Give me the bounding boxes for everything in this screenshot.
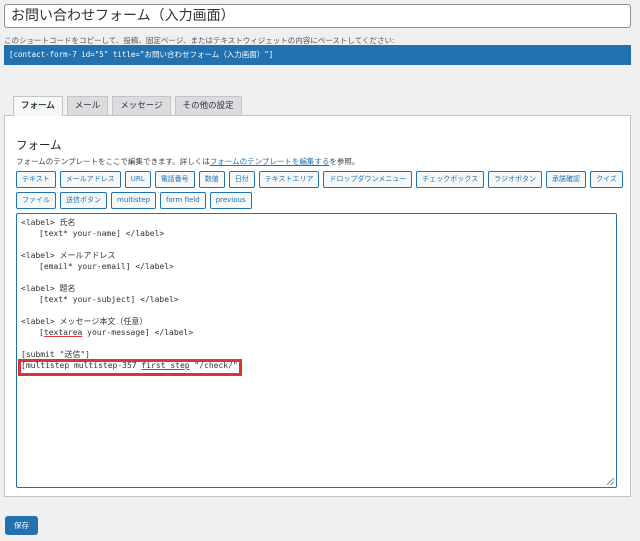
edit-template-link[interactable]: フォームのテンプレートを編集する: [210, 157, 330, 166]
code-fragment: [multistep multistep-357: [21, 361, 142, 370]
tag-button-form-field[interactable]: form field: [160, 192, 206, 209]
tab-bar: フォーム メール メッセージ その他の設定: [13, 96, 242, 116]
tag-button-file[interactable]: ファイル: [16, 192, 56, 209]
tab-messages[interactable]: メッセージ: [112, 96, 171, 115]
tag-button-date[interactable]: 日付: [228, 171, 255, 188]
tab-additional-settings[interactable]: その他の設定: [174, 96, 242, 115]
code-line: [textarea your-message] </label>: [39, 328, 194, 337]
save-button[interactable]: 保存: [5, 516, 38, 535]
code-line: <label> メールアドレス: [21, 251, 116, 260]
tag-button-quiz[interactable]: クイズ: [589, 171, 623, 188]
desc-suffix: を参照。: [329, 157, 360, 166]
resize-handle[interactable]: [607, 478, 614, 485]
form-panel: フォーム フォームのテンプレートをここで編集できます。詳しくはフォームのテンプレ…: [4, 115, 631, 497]
code-line: [text* your-name] </label>: [39, 229, 165, 238]
code-fragment: "/check/"]: [189, 361, 243, 370]
code-line: <label> 題名: [21, 284, 76, 293]
code-line: [email* your-email] </label>: [39, 262, 174, 271]
spellcheck-word: textarea: [43, 328, 83, 337]
tag-button-submit[interactable]: 送信ボタン: [60, 192, 107, 209]
tag-button-checkbox[interactable]: チェックボックス: [416, 171, 485, 188]
code-line-multistep: [multistep multistep-357 first_step "/ch…: [21, 360, 612, 371]
code-line: [submit "送信"]: [21, 350, 90, 359]
tag-button-tel[interactable]: 電話番号: [154, 171, 195, 188]
tab-mail[interactable]: メール: [66, 96, 109, 115]
tag-button-number[interactable]: 数値: [198, 171, 225, 188]
code-fragment: your-message] </label>: [82, 328, 194, 337]
tag-button-radio[interactable]: ラジオボタン: [488, 171, 542, 188]
tab-form[interactable]: フォーム: [13, 96, 63, 116]
form-title-input[interactable]: お問い合わせフォーム（入力画面）: [4, 4, 631, 28]
tag-button-textarea[interactable]: テキストエリア: [258, 171, 320, 188]
tag-button-url[interactable]: URL: [124, 171, 151, 188]
tag-generator-row-2: ファイル 送信ボタン multistep form field previous: [16, 192, 252, 209]
tag-button-multistep[interactable]: multistep: [111, 192, 157, 209]
tag-button-text[interactable]: テキスト: [16, 171, 56, 188]
spellcheck-word: first_step: [141, 361, 190, 370]
code-line: [text* your-subject] </label>: [39, 295, 179, 304]
form-template-editor[interactable]: <label> 氏名 [text* your-name] </label> <l…: [16, 213, 617, 488]
panel-description: フォームのテンプレートをここで編集できます。詳しくはフォームのテンプレートを編集…: [16, 156, 359, 167]
tag-button-acceptance[interactable]: 承諾確認: [545, 171, 586, 188]
shortcode-field[interactable]: [contact-form-7 id="5" title="お問い合わせフォーム…: [4, 45, 631, 65]
code-line: <label> メッセージ本文（任意）: [21, 317, 148, 326]
tag-generator-row-1: テキスト メールアドレス URL 電話番号 数値 日付 テキストエリア ドロップ…: [16, 171, 623, 188]
tag-button-email[interactable]: メールアドレス: [59, 171, 121, 188]
code-line: <label> 氏名: [21, 218, 76, 227]
tag-button-previous[interactable]: previous: [209, 192, 252, 209]
tag-button-select[interactable]: ドロップダウンメニュー: [323, 171, 413, 188]
desc-prefix: フォームのテンプレートをここで編集できます。詳しくは: [16, 157, 210, 166]
panel-heading: フォーム: [16, 138, 62, 152]
